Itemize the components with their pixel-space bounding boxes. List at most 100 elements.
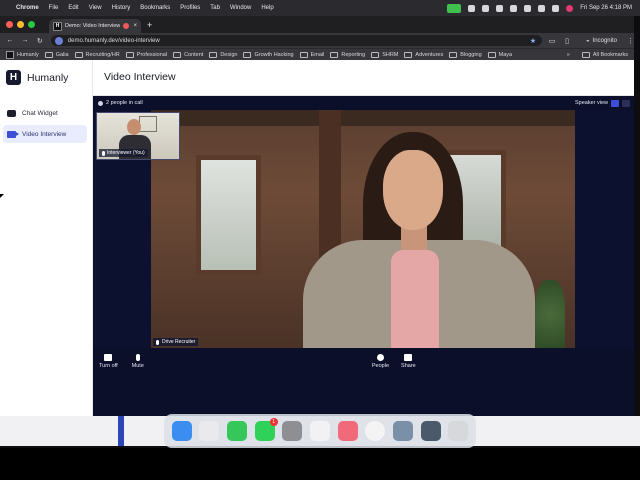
bookmark-star-icon[interactable]: ★ (530, 37, 536, 45)
menu-file[interactable]: File (49, 5, 59, 11)
turn-off-camera-button[interactable]: Turn off (99, 353, 118, 369)
camera-icon (104, 353, 113, 361)
menubar-clock[interactable]: Fri Sep 26 4:18 PM (580, 5, 632, 11)
close-window-button[interactable] (6, 21, 13, 28)
folder-icon (487, 51, 496, 58)
macos-dock: 1 (164, 414, 476, 448)
zoom-window-button[interactable] (28, 21, 35, 28)
chrome-icon[interactable] (365, 421, 386, 441)
wifi-icon[interactable] (524, 4, 532, 12)
menu-help[interactable]: Help (261, 5, 273, 11)
battery-icon[interactable] (510, 4, 518, 12)
reload-icon[interactable]: ↻ (35, 37, 45, 45)
sidepanel-icon[interactable]: ▯ (562, 37, 572, 45)
system-settings-icon[interactable] (282, 421, 303, 441)
menu-view[interactable]: View (89, 5, 102, 11)
notes-app-icon[interactable] (337, 421, 358, 441)
menu-bookmarks[interactable]: Bookmarks (140, 5, 170, 11)
self-video-thumbnail[interactable]: Interviewer (You) (96, 112, 180, 160)
menu-profiles[interactable]: Profiles (180, 5, 200, 11)
sidebar-item-label: Video Interview (22, 130, 67, 138)
close-tab-icon[interactable]: × (133, 23, 137, 29)
record-icon[interactable] (468, 4, 476, 12)
messages-icon[interactable] (226, 421, 247, 441)
background-window-edge (118, 416, 124, 446)
sidebar-item-video-interview[interactable]: Video Interview (3, 125, 87, 143)
bookmark-folder-shrm[interactable]: SHRM (371, 51, 398, 58)
folder-icon (449, 51, 458, 58)
browser-window: H Demo: Video Interview | H × + ← → ↻ de… (0, 16, 634, 416)
speaker-view-button[interactable] (611, 99, 619, 107)
tab-title: Demo: Video Interview | H (65, 23, 121, 29)
bookmark-folder-design[interactable]: Design (209, 51, 237, 58)
minimize-window-button[interactable] (17, 21, 24, 28)
trash-icon[interactable] (448, 421, 469, 441)
remote-video-feed (151, 110, 575, 348)
cast-icon[interactable]: ▭ (547, 37, 557, 45)
share-button[interactable]: Share (401, 353, 416, 369)
bookmark-folder-blogging[interactable]: Blogging (449, 51, 482, 58)
mic-icon (102, 150, 105, 156)
more-bookmarks-button[interactable]: » (567, 52, 570, 58)
launchpad-icon[interactable] (199, 421, 220, 441)
camera-app-icon[interactable] (420, 421, 441, 441)
bookmark-folder-adventures[interactable]: Adventures (404, 51, 443, 58)
humanly-logo-icon: H (6, 70, 21, 85)
brand[interactable]: H Humanly (6, 70, 68, 85)
bookmark-folder-email[interactable]: Email (299, 51, 324, 58)
view-mode-label: Speaker view (574, 100, 608, 106)
mouse-cursor (0, 194, 4, 198)
bookmark-folder-maya[interactable]: Maya (487, 51, 512, 58)
freeform-icon[interactable] (309, 421, 330, 441)
call-controls: Turn off Mute People Share (93, 348, 634, 374)
moon-icon[interactable] (496, 4, 504, 12)
bookmark-folder-recruiting[interactable]: Recruiting/HR (74, 51, 120, 58)
remote-name-tag: Drive Recruiter (153, 338, 199, 346)
menu-window[interactable]: Window (230, 5, 251, 11)
bookmark-folder-professional[interactable]: Professional (125, 51, 167, 58)
brand-name: Humanly (27, 71, 69, 84)
site-info-icon[interactable] (54, 36, 63, 45)
back-icon[interactable]: ← (5, 37, 15, 44)
bookmark-humanly[interactable]: Humanly (6, 50, 39, 59)
scene-window-left (196, 155, 261, 275)
mute-button[interactable]: Mute (132, 353, 144, 369)
video-stage: Interviewer (You) Drive Recruiter (93, 110, 634, 348)
forward-icon[interactable]: → (20, 37, 30, 44)
macos-menubar: Chrome File Edit View History Bookmarks … (0, 0, 640, 16)
bookmark-folder-growth[interactable]: Growth Hacking (243, 51, 294, 58)
preview-icon[interactable] (392, 421, 413, 441)
folder-icon (371, 51, 380, 58)
bookmark-folder-content[interactable]: Content (173, 51, 203, 58)
sidebar-item-chat-widget[interactable]: Chat Widget (3, 104, 87, 122)
menu-edit[interactable]: Edit (68, 5, 78, 11)
folder-icon (44, 51, 53, 58)
browser-tab-active[interactable]: H Demo: Video Interview | H × (49, 19, 141, 33)
new-tab-button[interactable]: + (147, 20, 152, 30)
bookmark-folder-galia[interactable]: Galia (44, 51, 69, 58)
participant-count: 2 people in call (98, 100, 143, 106)
person-icon (376, 353, 384, 361)
menu-chrome[interactable]: Chrome (16, 5, 39, 11)
url-text: demo.humanly.dev/video-interview (67, 37, 160, 44)
menu-history[interactable]: History (112, 5, 131, 11)
thumb-person-head (127, 119, 141, 135)
incognito-indicator[interactable]: ◒ Incognito (586, 38, 617, 44)
search-icon[interactable] (538, 4, 546, 12)
facetime-icon[interactable]: 1 (254, 418, 278, 441)
siri-icon[interactable] (566, 4, 574, 12)
control-center-icon[interactable] (552, 4, 560, 12)
all-bookmarks-button[interactable]: All Bookmarks (581, 51, 628, 58)
grid-view-button[interactable] (622, 99, 630, 107)
finder-icon[interactable] (171, 421, 192, 441)
bookmarks-bar: Humanly Galia Recruiting/HR Professional… (0, 48, 634, 60)
video-camera-icon (7, 130, 19, 138)
bookmark-folder-reporting[interactable]: Reporting (330, 51, 365, 58)
address-bar[interactable]: demo.humanly.dev/video-interview ★ (50, 35, 543, 46)
humanly-favicon: H (53, 21, 62, 31)
window-icon[interactable] (482, 4, 490, 12)
browser-menu-icon[interactable]: ⋮ (627, 37, 634, 45)
camera-active-icon[interactable] (447, 3, 462, 13)
menu-tab[interactable]: Tab (210, 5, 220, 11)
people-button[interactable]: People (372, 353, 389, 369)
